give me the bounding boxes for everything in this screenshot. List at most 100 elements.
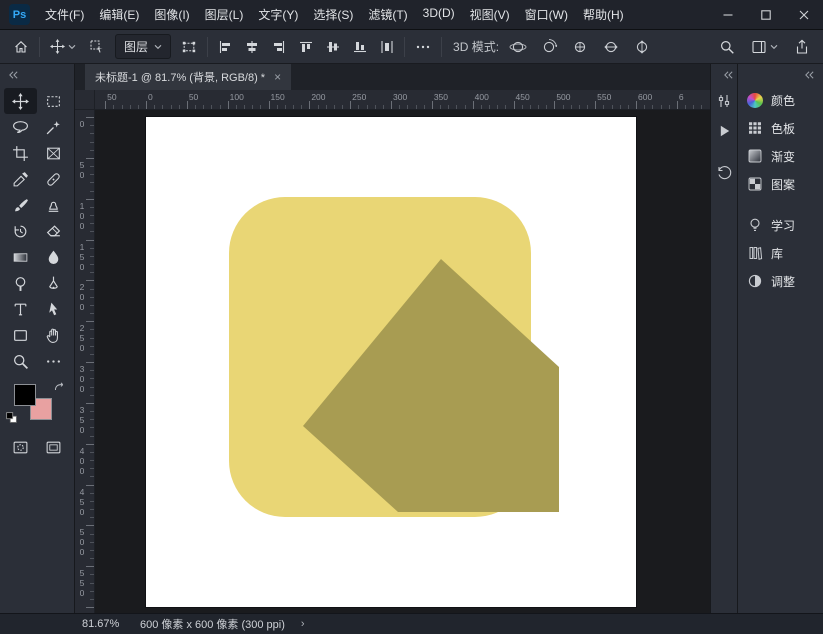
tool-rectangular-marquee[interactable] xyxy=(37,88,70,114)
history-panel-button[interactable] xyxy=(711,158,738,188)
ruler-tick xyxy=(497,105,499,109)
menu-layer[interactable]: 图层(L) xyxy=(205,6,244,23)
ruler-label: 400 xyxy=(474,92,489,102)
screen-mode-button[interactable] xyxy=(37,434,70,460)
tool-frame[interactable] xyxy=(37,140,70,166)
tool-dodge[interactable] xyxy=(4,270,37,296)
canvas-viewport[interactable] xyxy=(95,110,710,613)
tool-crop[interactable] xyxy=(4,140,37,166)
minimize-button[interactable] xyxy=(709,0,747,30)
tool-rectangle[interactable] xyxy=(4,322,37,348)
auto-select-toggle[interactable] xyxy=(86,36,108,58)
3d-slide-button[interactable] xyxy=(599,35,623,59)
panel-tab-color[interactable]: 颜色 xyxy=(738,86,823,114)
tool-gradient[interactable] xyxy=(4,244,37,270)
3d-roll-button[interactable] xyxy=(537,35,561,59)
tool-move[interactable] xyxy=(4,88,37,114)
tool-hand[interactable] xyxy=(37,322,70,348)
tool-eraser[interactable] xyxy=(37,218,70,244)
menu-image[interactable]: 图像(I) xyxy=(154,6,189,23)
libraries-shelf-icon xyxy=(749,247,763,260)
panel-tab-swatches[interactable]: 色板 xyxy=(738,114,823,142)
transform-controls-toggle[interactable] xyxy=(178,36,200,58)
collapse-double-chevron-icon[interactable] xyxy=(8,70,19,80)
tool-spot-healing-brush[interactable] xyxy=(37,166,70,192)
distribute-horizontal-button[interactable] xyxy=(377,37,397,57)
close-button[interactable] xyxy=(785,0,823,30)
canvas-shapes[interactable] xyxy=(146,117,636,607)
menu-view[interactable]: 视图(V) xyxy=(470,6,510,23)
object-selection-icon xyxy=(46,120,60,134)
menu-type[interactable]: 文字(Y) xyxy=(258,6,298,23)
align-middle-button[interactable] xyxy=(323,37,343,57)
status-chevron-icon[interactable]: › xyxy=(301,618,305,630)
panel-tab-patterns[interactable]: 图案 xyxy=(738,170,823,198)
close-icon xyxy=(799,10,809,19)
swap-colors-icon[interactable] xyxy=(53,381,66,394)
options-right-cluster xyxy=(716,36,813,58)
tool-path-selection[interactable] xyxy=(37,296,70,322)
menu-file[interactable]: 文件(F) xyxy=(45,6,84,23)
ruler-corner[interactable] xyxy=(75,90,95,110)
3d-scale-button[interactable] xyxy=(630,35,654,59)
share-image-button[interactable] xyxy=(791,36,813,58)
document-info[interactable]: 600 像素 x 600 像素 (300 ppi) xyxy=(140,616,285,632)
tool-lasso[interactable] xyxy=(4,114,37,140)
ruler-tick xyxy=(90,182,94,184)
home-button[interactable] xyxy=(10,36,32,58)
menu-3d[interactable]: 3D(D) xyxy=(423,6,455,23)
horizontal-ruler[interactable]: 50 0 50 100 150 200 250 300 350 400 450 500 550 600 6 xyxy=(95,90,710,110)
default-colors-icon[interactable] xyxy=(5,411,18,424)
align-bottom-button[interactable] xyxy=(350,37,370,57)
panel-tab-libraries[interactable]: 库 xyxy=(738,239,823,267)
tool-brush[interactable] xyxy=(4,192,37,218)
3d-orbit-button[interactable] xyxy=(506,35,530,59)
tool-eyedropper[interactable] xyxy=(4,166,37,192)
tool-horizontal-type[interactable] xyxy=(4,296,37,322)
menu-edit[interactable]: 编辑(E) xyxy=(99,6,139,23)
learn-lightbulb-icon xyxy=(750,218,760,231)
tool-blur[interactable] xyxy=(37,244,70,270)
tool-edit-toolbar[interactable] xyxy=(37,348,70,374)
tool-history-brush[interactable] xyxy=(4,218,37,244)
actions-panel-button[interactable] xyxy=(711,116,738,146)
panel-tab-gradients[interactable]: 渐变 xyxy=(738,142,823,170)
maximize-button[interactable] xyxy=(747,0,785,30)
menu-window[interactable]: 窗口(W) xyxy=(525,6,568,23)
properties-panel-button[interactable] xyxy=(711,86,738,116)
tool-zoom[interactable] xyxy=(4,348,37,374)
workspace-icon xyxy=(752,40,766,53)
menu-help[interactable]: 帮助(H) xyxy=(583,6,624,23)
align-right-button[interactable] xyxy=(269,37,289,57)
tool-pen[interactable] xyxy=(37,270,70,296)
ruler-tick xyxy=(636,101,637,109)
layer-select-dropdown[interactable]: 图层 xyxy=(115,34,172,59)
collapse-double-chevron-icon[interactable] xyxy=(723,70,734,80)
workspace-switcher-button[interactable] xyxy=(748,36,781,58)
more-options-button[interactable] xyxy=(412,36,434,58)
collapse-double-chevron-icon[interactable] xyxy=(804,70,815,80)
align-top-button[interactable] xyxy=(296,37,316,57)
ruler-tick xyxy=(693,105,695,109)
move-tool-preset[interactable] xyxy=(47,36,79,57)
tool-object-selection[interactable] xyxy=(37,114,70,140)
menu-filter[interactable]: 滤镜(T) xyxy=(368,6,407,23)
align-left-button[interactable] xyxy=(215,37,235,57)
quick-mask-button[interactable] xyxy=(4,434,37,460)
vertical-ruler[interactable]: 0 50 100 150 200 250 300 350 400 450 500 550 xyxy=(75,110,95,613)
ruler-tick xyxy=(513,101,515,109)
3d-pan-button[interactable] xyxy=(568,35,592,59)
foreground-color-swatch[interactable] xyxy=(14,384,36,406)
align-center-horizontal-button[interactable] xyxy=(242,37,262,57)
zoom-level[interactable]: 81.67% xyxy=(82,618,128,630)
ruler-tick xyxy=(325,105,327,109)
ruler-tick xyxy=(587,105,588,109)
tool-clone-stamp[interactable] xyxy=(37,192,70,218)
panel-tab-learn[interactable]: 学习 xyxy=(738,211,823,239)
search-button[interactable] xyxy=(716,36,738,58)
ruler-label: 100 xyxy=(229,92,244,102)
panel-tab-adjustments[interactable]: 调整 xyxy=(738,267,823,295)
menu-select[interactable]: 选择(S) xyxy=(313,6,353,23)
tab-close-icon[interactable]: × xyxy=(274,70,281,84)
document-tab[interactable]: 未标题-1 @ 81.7% (背景, RGB/8) * × xyxy=(85,64,292,90)
